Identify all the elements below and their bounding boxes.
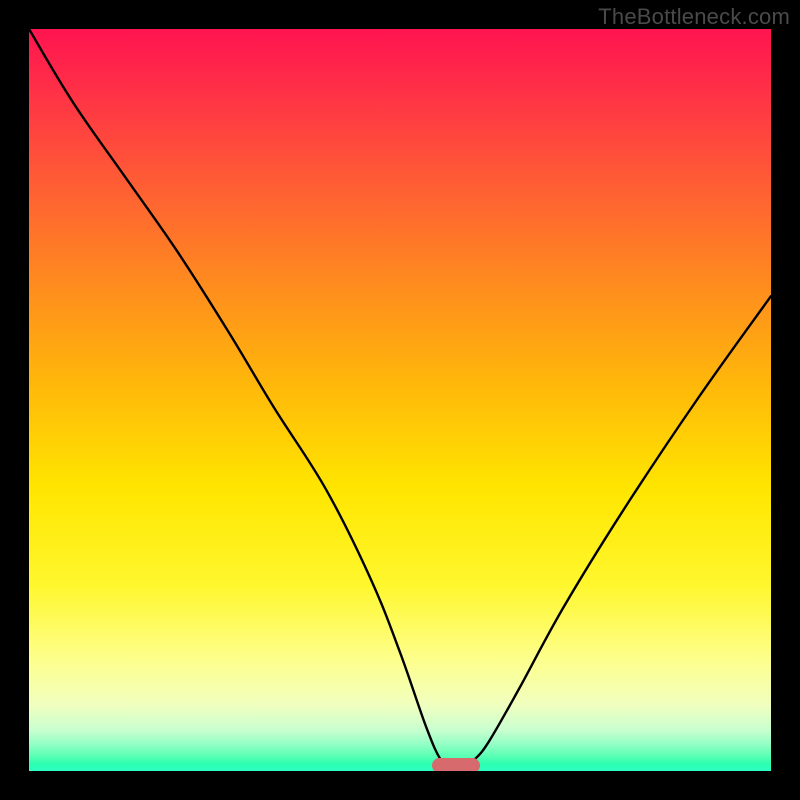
bottleneck-curve (29, 29, 771, 771)
chart-frame: TheBottleneck.com (0, 0, 800, 800)
optimal-marker (432, 758, 480, 771)
watermark-text: TheBottleneck.com (598, 4, 790, 30)
plot-area (29, 29, 771, 771)
